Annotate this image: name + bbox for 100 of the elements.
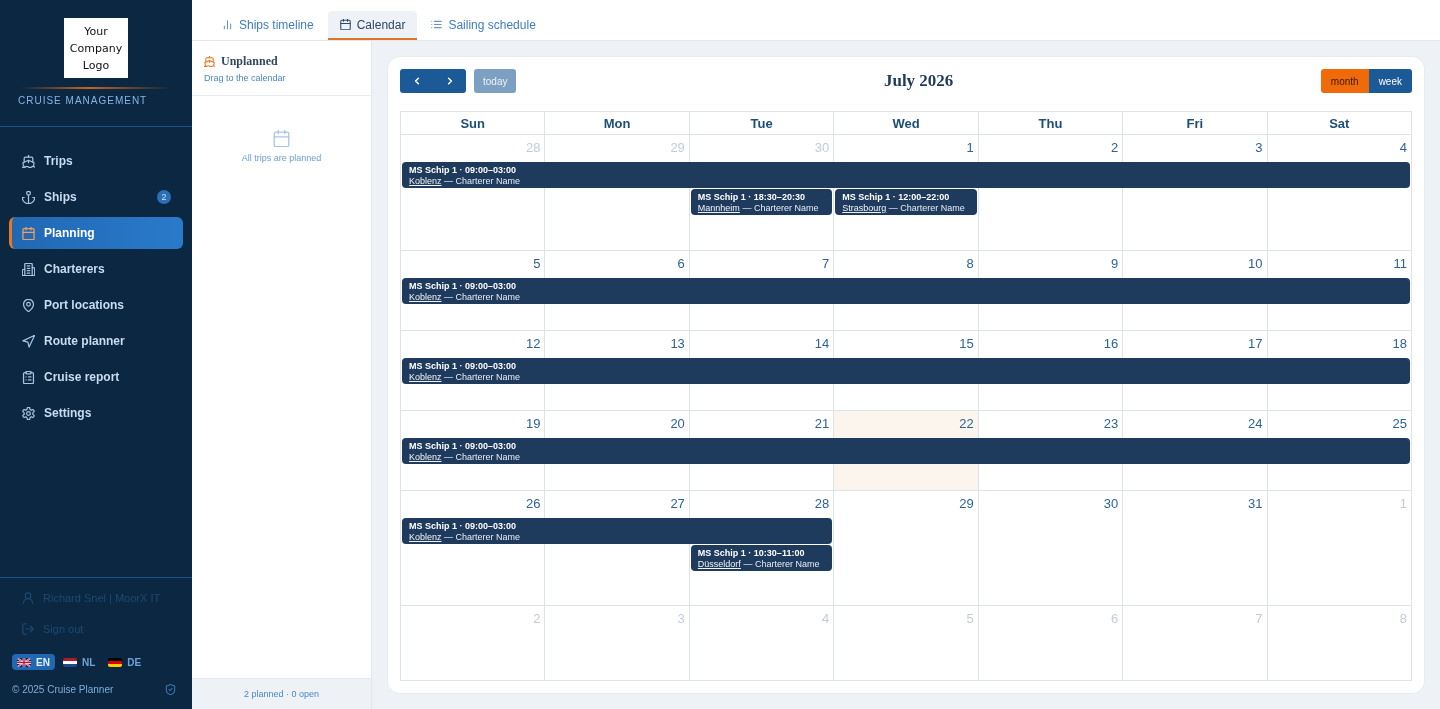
day-number: 1	[1399, 494, 1407, 512]
nav-label: Settings	[44, 406, 93, 420]
event-details: Koblenz — Charterer Name	[409, 451, 522, 463]
nav-item[interactable]: Trips	[9, 145, 183, 177]
list-icon	[431, 19, 443, 30]
event-title: MS Schip 1 · 18:30–20:30	[697, 192, 806, 203]
previous-button[interactable]	[400, 69, 433, 93]
shield-check-icon	[165, 684, 176, 695]
day-number: 9	[1110, 254, 1119, 272]
place-link[interactable]: Koblenz	[409, 531, 442, 542]
nav-item[interactable]: Port locations	[9, 289, 183, 321]
calendar-title: July 2026	[883, 71, 954, 91]
calendar-event[interactable]: MS Schip 1 · 18:30–20:30 Mannheim — Charterer Name	[690, 189, 833, 215]
language-button[interactable]: EN	[12, 654, 55, 670]
event-title: MS Schip 1 · 09:00–03:00	[409, 360, 518, 372]
day-number: 5	[533, 254, 541, 272]
event-details: Koblenz — Charterer Name	[409, 291, 522, 303]
nav-item[interactable]: Settings	[9, 397, 183, 429]
day-number: 31	[1248, 494, 1263, 512]
place-link[interactable]: Strasbourg	[842, 203, 887, 213]
brand-text: CRUISE MANAGEMENT	[18, 95, 148, 107]
nav-label: Cruise report	[44, 370, 121, 384]
event-title: MS Schip 1 · 10:30–11:00	[697, 547, 806, 559]
day-number: 19	[525, 414, 541, 432]
calendar-icon	[339, 19, 351, 30]
germany-flag-icon	[108, 657, 123, 667]
day-number: 30	[1103, 494, 1119, 512]
day-number: 18	[1392, 334, 1407, 352]
nav-label: Charterers	[44, 262, 106, 276]
event-title: MS Schip 1 · 09:00–03:00	[409, 280, 518, 292]
calendar-event[interactable]: MS Schip 1 · 09:00–03:00 Koblenz — Charterer Name	[402, 357, 1410, 384]
calendar-icon	[22, 226, 35, 240]
ship-icon	[22, 154, 35, 168]
calendar-event[interactable]: MS Schip 1 · 09:00–03:00 Koblenz — Charterer Name	[402, 517, 833, 544]
day-number: 2	[1110, 139, 1119, 156]
ship-icon	[204, 55, 215, 67]
panel-footer: 2 planned · 0 open	[192, 678, 371, 709]
event-details: Düsseldorf — Charterer Name	[697, 558, 821, 570]
day-number: 16	[1103, 334, 1119, 352]
tab[interactable]: Ships timeline	[210, 11, 326, 40]
nav-item[interactable]: Cruise report	[9, 361, 183, 393]
copyright-text: © 2025 Cruise Planner	[12, 684, 114, 695]
nav-item[interactable]: Charterers	[9, 253, 183, 285]
union-jack-flag-icon	[17, 657, 31, 667]
day-number: 5	[966, 610, 974, 627]
building-icon	[22, 262, 35, 276]
day-number: 2	[533, 610, 541, 627]
empty-state-text: All trips are planned	[241, 153, 322, 163]
view-button[interactable]: month	[1320, 69, 1369, 93]
weekday-header: Sun	[400, 112, 545, 134]
calendar-event[interactable]: MS Schip 1 · 10:30–11:00 Düsseldorf — Charterer Name	[690, 544, 833, 571]
day-number: 22	[959, 414, 974, 432]
tab[interactable]: Sailing schedule	[419, 11, 548, 40]
calendar-icon	[273, 130, 290, 147]
next-button[interactable]	[433, 69, 466, 93]
language-button[interactable]: DE	[103, 654, 147, 670]
nav-item[interactable]: Ships 2	[9, 181, 183, 213]
place-link[interactable]: Koblenz	[409, 291, 442, 302]
day-number: 29	[670, 139, 685, 156]
nav-label: Trips	[44, 154, 74, 168]
place-link[interactable]: Mannheim	[697, 203, 740, 213]
day-number: 8	[1399, 610, 1407, 627]
day-number: 3	[677, 610, 685, 627]
calendar-event[interactable]: MS Schip 1 · 09:00–03:00 Koblenz — Charterer Name	[402, 437, 1410, 464]
day-number: 21	[814, 414, 830, 432]
day-number: 6	[1110, 610, 1119, 627]
day-number: 29	[959, 494, 974, 512]
calendar-event[interactable]: MS Schip 1 · 12:00–22:00 Strasbourg — Charterer Name	[835, 189, 977, 215]
event-title: MS Schip 1 · 09:00–03:00	[409, 165, 518, 176]
calendar-event[interactable]: MS Schip 1 · 09:00–03:00 Koblenz — Charterer Name	[402, 277, 1410, 304]
calendar-event[interactable]: MS Schip 1 · 09:00–03:00 Koblenz — Charterer Name	[402, 162, 1410, 188]
place-link[interactable]: Düsseldorf	[697, 558, 741, 569]
day-number: 26	[525, 494, 541, 512]
event-details: Koblenz — Charterer Name	[409, 371, 522, 383]
place-link[interactable]: Koblenz	[409, 176, 442, 186]
day-number: 10	[1248, 254, 1263, 272]
day-number: 11	[1393, 254, 1407, 272]
nav-item[interactable]: Planning	[9, 217, 183, 249]
day-number: 1	[966, 139, 974, 156]
event-details: Mannheim — Charterer Name	[697, 203, 820, 214]
tab[interactable]: Calendar	[327, 11, 418, 40]
user-icon	[22, 592, 34, 604]
day-number: 30	[814, 139, 830, 156]
language-button[interactable]: NL	[57, 654, 101, 670]
day-number: 23	[1103, 414, 1119, 432]
bar-chart-icon	[222, 19, 233, 30]
count-badge: 2	[157, 190, 171, 204]
day-number: 28	[814, 494, 830, 512]
day-number: 14	[814, 334, 830, 352]
clipboard-icon	[22, 370, 35, 384]
company-logo: Your Company Logo	[64, 18, 128, 78]
weekday-header: Thu	[977, 112, 1123, 134]
view-button[interactable]: week	[1368, 69, 1412, 93]
nav-item[interactable]: Route planner	[9, 325, 183, 357]
panel-subtitle: Drag to the calendar	[204, 72, 287, 84]
place-link[interactable]: Koblenz	[409, 451, 442, 462]
day-number: 7	[1255, 610, 1263, 627]
place-link[interactable]: Koblenz	[409, 371, 442, 382]
day-number: 17	[1248, 334, 1263, 352]
navigation-arrow-icon	[22, 334, 35, 348]
